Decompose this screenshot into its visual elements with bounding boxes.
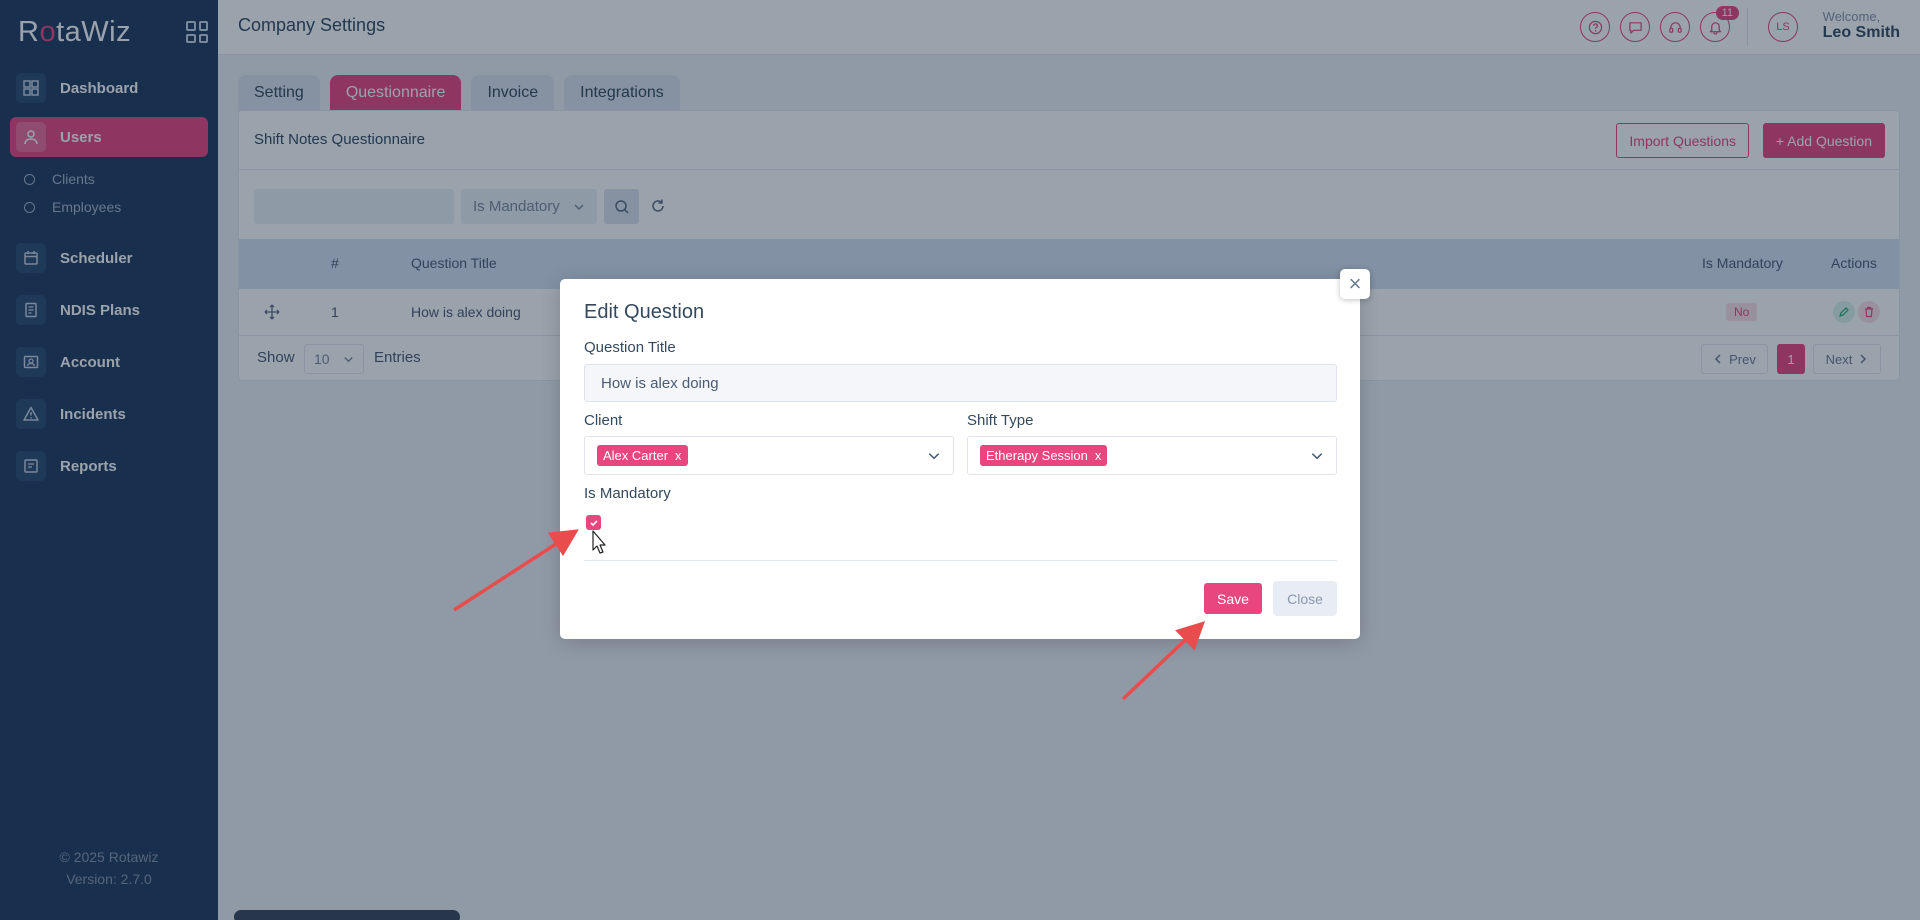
question-title-input[interactable]: How is alex doing (584, 364, 1337, 402)
modal-title: Edit Question (584, 301, 705, 323)
chevron-down-icon (1311, 453, 1323, 460)
client-label: Client (584, 412, 623, 429)
shift-type-tag: Etherapy Session x (980, 445, 1108, 466)
close-button[interactable]: Close (1273, 581, 1337, 616)
edit-question-modal: Edit Question Question Title How is alex… (560, 279, 1360, 639)
client-tag-label: Alex Carter (603, 448, 669, 463)
is-mandatory-label: Is Mandatory (584, 485, 671, 502)
shift-type-label: Shift Type (967, 412, 1034, 429)
is-mandatory-checkbox[interactable] (586, 515, 601, 530)
modal-close-icon[interactable]: × (1340, 269, 1370, 299)
shift-type-select[interactable]: Etherapy Session x (967, 436, 1337, 475)
remove-client-tag-button[interactable]: x (675, 448, 682, 463)
save-button[interactable]: Save (1204, 583, 1262, 614)
remove-shift-type-tag-button[interactable]: x (1095, 448, 1102, 463)
question-title-label: Question Title (584, 339, 676, 356)
question-title-value: How is alex doing (601, 374, 719, 392)
modal-divider (584, 560, 1337, 561)
chevron-down-icon (928, 453, 940, 460)
check-icon (589, 519, 598, 526)
shift-type-tag-label: Etherapy Session (986, 448, 1088, 463)
client-select[interactable]: Alex Carter x (584, 436, 954, 475)
client-tag: Alex Carter x (597, 445, 688, 466)
